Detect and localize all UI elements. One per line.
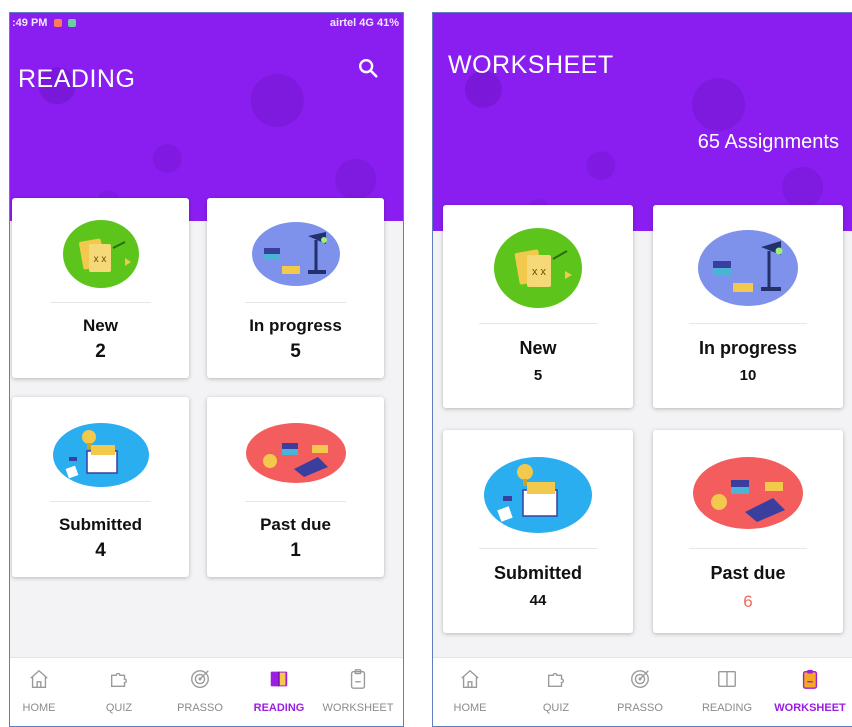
nav-reading[interactable]: READING xyxy=(246,658,312,726)
nav-label: PRASSO xyxy=(177,702,223,714)
target-icon xyxy=(631,670,649,688)
card-divider xyxy=(479,548,597,549)
status-network: airtel 4G 41% xyxy=(329,17,399,29)
card-divider xyxy=(245,501,346,502)
card-new[interactable]: x x New 5 xyxy=(443,205,633,408)
bottom-nav: HOME QUIZ PRASSO READING WORKSHEET xyxy=(10,657,403,726)
book-icon xyxy=(270,671,288,687)
card-divider xyxy=(479,323,597,324)
app-notification-icon xyxy=(68,19,76,27)
card-label: Submitted xyxy=(58,515,143,534)
submitted-illustration-icon xyxy=(52,423,149,487)
card-count: 2 xyxy=(95,341,106,362)
home-icon xyxy=(30,669,48,688)
clipboard-icon xyxy=(350,669,366,689)
bottom-nav: HOME QUIZ PRASSO READING WORKSHEET xyxy=(433,657,852,726)
card-count: 1 xyxy=(290,540,301,561)
nav-reading[interactable]: READING xyxy=(689,658,765,726)
nav-prasso[interactable]: PRASSO xyxy=(168,658,232,726)
book-icon xyxy=(718,670,736,688)
nav-worksheet[interactable]: WORKSHEET xyxy=(767,658,852,726)
nav-quiz[interactable]: QUIZ xyxy=(521,658,591,726)
nav-prasso[interactable]: PRASSO xyxy=(605,658,675,726)
reading-screen: :49 PM airtel 4G 41% READING x x New 2 I… xyxy=(9,12,404,727)
status-bar: :49 PM airtel 4G 41% xyxy=(10,13,403,35)
search-icon[interactable] xyxy=(357,57,379,79)
card-count: 5 xyxy=(533,367,543,384)
nav-label: QUIZ xyxy=(542,702,570,714)
card-label: Past due xyxy=(710,563,786,583)
nav-label: READING xyxy=(253,702,305,714)
page-title: READING xyxy=(18,65,136,93)
nav-label: QUIZ xyxy=(105,702,133,714)
home-icon xyxy=(461,669,479,688)
card-past-due[interactable]: Past due 6 xyxy=(653,430,843,633)
puzzle-icon xyxy=(547,672,564,688)
card-divider xyxy=(50,302,151,303)
nav-label: PRASSO xyxy=(617,702,663,714)
target-icon xyxy=(191,670,209,688)
nav-label: READING xyxy=(701,702,753,714)
worksheet-header: WORKSHEET 65 Assignments xyxy=(433,13,852,231)
nav-label: WORKSHEET xyxy=(322,702,394,714)
card-label: In progress xyxy=(698,338,798,358)
card-divider xyxy=(50,501,151,502)
card-label: New xyxy=(83,316,118,335)
card-label: New xyxy=(519,338,557,358)
card-submitted[interactable]: Submitted 4 xyxy=(12,397,189,577)
nav-label: HOME xyxy=(453,702,487,714)
svg-text:x x: x x xyxy=(532,266,547,278)
card-label: Past due xyxy=(260,515,331,534)
nav-home[interactable]: HOME xyxy=(10,658,68,726)
in-progress-illustration-icon xyxy=(698,230,798,306)
card-count: 44 xyxy=(529,592,547,609)
past-due-illustration-icon xyxy=(245,423,346,483)
card-submitted[interactable]: Submitted 44 xyxy=(443,430,633,633)
card-past-due[interactable]: Past due 1 xyxy=(207,397,384,577)
card-divider xyxy=(245,302,346,303)
status-time: :49 PM xyxy=(12,17,48,29)
submitted-illustration-icon xyxy=(484,457,592,533)
nav-quiz[interactable]: QUIZ xyxy=(90,658,148,726)
card-label: Submitted xyxy=(494,563,582,583)
card-in-progress[interactable]: In progress 5 xyxy=(207,198,384,378)
card-count: 10 xyxy=(739,367,757,384)
card-new[interactable]: x x New 2 xyxy=(12,198,189,378)
card-divider xyxy=(689,323,807,324)
clipboard-icon xyxy=(802,669,818,689)
card-count: 5 xyxy=(290,341,301,362)
page-title: WORKSHEET xyxy=(448,51,614,79)
nav-home[interactable]: HOME xyxy=(437,658,503,726)
card-divider xyxy=(689,548,807,549)
puzzle-icon xyxy=(110,672,127,688)
nav-label: WORKSHEET xyxy=(774,702,846,714)
card-in-progress[interactable]: In progress 10 xyxy=(653,205,843,408)
worksheet-screen: WORKSHEET 65 Assignments x x New 5 In pr… xyxy=(432,12,852,727)
notification-icon xyxy=(54,19,62,27)
card-count: 4 xyxy=(95,540,106,561)
nav-label: HOME xyxy=(22,702,56,714)
new-illustration-icon: x x xyxy=(494,228,582,308)
card-label: In progress xyxy=(249,316,342,335)
svg-text:x x: x x xyxy=(93,254,106,265)
reading-header: :49 PM airtel 4G 41% READING xyxy=(10,13,403,221)
in-progress-illustration-icon xyxy=(251,222,340,286)
assignments-count: 65 Assignments xyxy=(697,131,839,153)
nav-worksheet[interactable]: WORKSHEET xyxy=(314,658,402,726)
past-due-illustration-icon xyxy=(693,457,803,529)
card-count: 6 xyxy=(743,592,753,611)
new-illustration-icon: x x xyxy=(62,220,139,288)
